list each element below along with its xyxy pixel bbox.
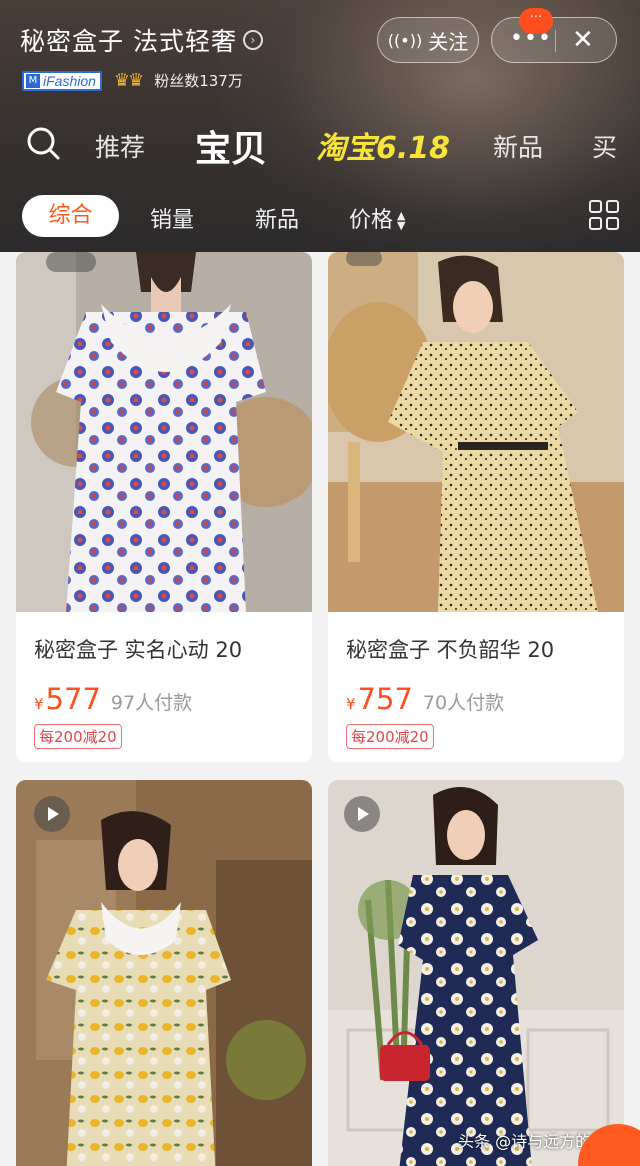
- price-row: ¥ 577 97人付款: [34, 682, 192, 716]
- product-price: 577: [45, 682, 101, 716]
- sort-sales[interactable]: 销量: [150, 202, 194, 234]
- sort-price-label: 价格: [349, 208, 394, 233]
- fans-count: 粉丝数137万: [154, 72, 243, 90]
- tab-new[interactable]: 新品: [493, 128, 543, 164]
- product-card[interactable]: 秘密盒子 实名心动 20 ¥ 577 97人付款 每200减20: [16, 252, 312, 762]
- sales-count: 70人付款: [422, 692, 505, 714]
- product-image[interactable]: [16, 780, 312, 1166]
- message-badge[interactable]: ···: [519, 8, 553, 34]
- shop-header: 秘密盒子 法式轻奢 › M iFashion ♛♛ 粉丝数137万 ((•)) …: [0, 0, 640, 252]
- coupon-badge: 每200减20: [346, 724, 434, 749]
- tab-buy[interactable]: 买: [592, 128, 617, 164]
- wifi-icon: ((•)): [387, 30, 423, 50]
- mini-program-capsule: ••• ✕: [491, 17, 617, 63]
- product-title[interactable]: 秘密盒子 不负韶华 20: [346, 634, 554, 664]
- chevron-right-icon[interactable]: ›: [242, 30, 263, 50]
- product-image[interactable]: [328, 252, 624, 612]
- ifashion-label: iFashion: [43, 72, 96, 89]
- sort-comprehensive[interactable]: 综合: [22, 195, 119, 237]
- product-card[interactable]: 秘密盒子 不负韶华 20 ¥ 757 70人付款 每200减20: [328, 252, 624, 762]
- shop-badges: M iFashion ♛♛ 粉丝数137万: [22, 70, 243, 91]
- play-icon[interactable]: [34, 796, 70, 832]
- capsule-divider: [555, 30, 556, 52]
- play-icon[interactable]: [344, 796, 380, 832]
- product-card[interactable]: [16, 780, 312, 1166]
- shop-title-row[interactable]: 秘密盒子 法式轻奢 ›: [20, 22, 263, 58]
- sort-price[interactable]: 价格 ▲ ▼: [349, 202, 405, 234]
- close-icon[interactable]: ✕: [572, 25, 594, 55]
- price-row: ¥ 757 70人付款: [346, 682, 504, 716]
- product-price: 757: [357, 682, 413, 716]
- product-card[interactable]: [328, 780, 624, 1166]
- ifashion-badge: M iFashion: [22, 70, 102, 91]
- follow-label: 关注: [428, 29, 469, 54]
- sort-arrows-icon: ▲ ▼: [397, 209, 406, 232]
- follow-button[interactable]: ((•)) 关注: [377, 17, 479, 63]
- sales-count: 97人付款: [110, 692, 193, 714]
- currency-symbol: ¥: [34, 695, 44, 713]
- tab-taobao-618[interactable]: 淘宝6.18: [316, 123, 450, 167]
- shop-nav-tabs: 推荐 宝贝 淘宝6.18 新品 买: [0, 118, 640, 174]
- shop-name[interactable]: 秘密盒子 法式轻奢: [20, 22, 237, 58]
- sort-filter-bar: 综合 销量 新品 价格 ▲ ▼: [0, 192, 640, 242]
- grid-view-icon[interactable]: [589, 200, 619, 230]
- tab-recommend[interactable]: 推荐: [95, 128, 145, 164]
- coupon-badge: 每200减20: [34, 724, 122, 749]
- product-title[interactable]: 秘密盒子 实名心动 20: [34, 634, 242, 664]
- product-image[interactable]: [16, 252, 312, 612]
- crown-icon: ♛♛: [113, 70, 144, 91]
- currency-symbol: ¥: [346, 695, 356, 713]
- tab-items[interactable]: 宝贝: [195, 120, 267, 172]
- search-icon[interactable]: [26, 126, 60, 160]
- product-image[interactable]: [328, 780, 624, 1166]
- ifashion-logo-icon: M: [26, 73, 40, 88]
- sort-new[interactable]: 新品: [255, 202, 299, 234]
